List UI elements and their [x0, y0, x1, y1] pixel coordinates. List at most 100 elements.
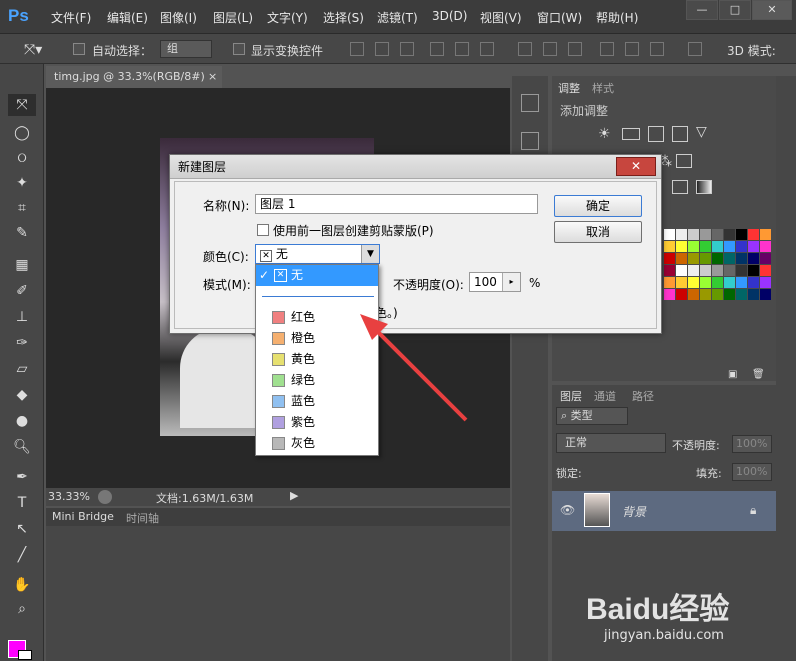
threshold-icon[interactable] — [672, 180, 688, 194]
distribute-top-icon[interactable] — [518, 42, 532, 56]
color-swatch[interactable] — [736, 241, 747, 252]
tab-layers[interactable]: 图层 — [560, 388, 582, 404]
color-swatch[interactable] — [700, 289, 711, 300]
menu-select[interactable]: 选择(S) — [323, 9, 364, 26]
align-top-icon[interactable] — [350, 42, 364, 56]
status-menu-arrow-icon[interactable]: ▶ — [290, 489, 298, 502]
color-swatch[interactable] — [664, 277, 675, 288]
levels-icon[interactable] — [622, 128, 640, 140]
menu-3d[interactable]: 3D(D) — [432, 9, 467, 23]
color-swatch[interactable] — [736, 277, 747, 288]
color-swatch[interactable] — [712, 253, 723, 264]
color-swatch[interactable] — [748, 289, 759, 300]
vibrance-icon[interactable]: ▽ — [696, 124, 707, 140]
color-swatch[interactable] — [760, 289, 771, 300]
color-swatch[interactable] — [676, 265, 687, 276]
color-swatch[interactable] — [676, 289, 687, 300]
brightness-icon[interactable]: ☀ — [598, 126, 611, 142]
menu-type[interactable]: 文字(Y) — [267, 9, 308, 26]
auto-select-dropdown[interactable]: 组 — [160, 40, 212, 58]
layer-row-background[interactable]: 👁︎ 背景 🔒︎ — [552, 491, 776, 531]
color-swatch[interactable] — [688, 229, 699, 240]
tab-paths[interactable]: 路径 — [632, 388, 654, 404]
menu-view[interactable]: 视图(V) — [480, 9, 522, 26]
menu-filter[interactable]: 滤镜(T) — [377, 9, 418, 26]
color-swatch[interactable] — [700, 253, 711, 264]
color-swatch[interactable] — [736, 253, 747, 264]
color-swatch[interactable] — [724, 265, 735, 276]
color-swatch[interactable] — [700, 277, 711, 288]
pen-tool-icon[interactable]: ✒ — [8, 466, 36, 488]
align-left-icon[interactable] — [430, 42, 444, 56]
color-lookup-icon[interactable] — [676, 154, 692, 168]
menu-edit[interactable]: 编辑(E) — [107, 9, 148, 26]
color-swatch[interactable] — [676, 241, 687, 252]
color-swatch[interactable] — [760, 253, 771, 264]
tab-adjustments[interactable]: 调整 — [558, 80, 580, 96]
line-tool-icon[interactable]: ╱ — [8, 544, 36, 566]
history-brush-icon[interactable]: ✑ — [8, 332, 36, 354]
color-swatch[interactable] — [688, 253, 699, 264]
history-panel-icon[interactable] — [521, 94, 539, 112]
zoom-tool-icon[interactable]: ⌕ — [8, 598, 36, 620]
brush-tool-icon[interactable]: ✐ — [8, 280, 36, 302]
color-swatch[interactable] — [688, 277, 699, 288]
color-swatch[interactable] — [676, 229, 687, 240]
color-swatch[interactable] — [748, 265, 759, 276]
eraser-icon[interactable]: ▱ — [8, 358, 36, 380]
color-swatch[interactable] — [688, 265, 699, 276]
tab-styles[interactable]: 样式 — [592, 80, 614, 96]
color-swatch[interactable] — [700, 241, 711, 252]
color-select[interactable]: ✕ 无 ▼ — [255, 244, 380, 264]
color-swatch[interactable] — [700, 229, 711, 240]
close-window-button[interactable]: ✕ — [752, 0, 792, 20]
color-swatch[interactable] — [700, 265, 711, 276]
menu-file[interactable]: 文件(F) — [51, 9, 91, 26]
opacity-arrow-icon[interactable]: ▸ — [502, 273, 520, 291]
cancel-button[interactable]: 取消 — [554, 221, 642, 243]
menu-image[interactable]: 图像(I) — [160, 9, 197, 26]
color-swatch[interactable] — [736, 265, 747, 276]
distribute-right-icon[interactable] — [650, 42, 664, 56]
opacity-field[interactable]: 100% — [732, 435, 772, 453]
paint-bucket-icon[interactable]: ◆ — [8, 384, 36, 406]
show-transform-checkbox[interactable] — [233, 43, 245, 55]
color-swatch[interactable] — [688, 289, 699, 300]
color-swatch[interactable] — [760, 229, 771, 240]
maximize-button[interactable]: □ — [719, 0, 751, 20]
auto-align-icon[interactable] — [688, 42, 702, 56]
color-swatch[interactable] — [712, 265, 723, 276]
color-swatch[interactable] — [748, 253, 759, 264]
color-swatch[interactable] — [664, 265, 675, 276]
dialog-opacity-input[interactable]: 100 ▸ — [469, 272, 521, 292]
color-swatch[interactable] — [664, 229, 675, 240]
tab-timeline[interactable]: 时间轴 — [126, 510, 159, 526]
distribute-bottom-icon[interactable] — [568, 42, 582, 56]
color-swatch[interactable] — [736, 289, 747, 300]
move-tool-icon[interactable]: ⤧▾ — [24, 42, 42, 58]
layer-filter-dropdown[interactable]: ⌕ 类型 — [556, 407, 628, 425]
fill-field[interactable]: 100% — [732, 463, 772, 481]
close-tab-icon[interactable]: × — [208, 66, 217, 88]
ok-button[interactable]: 确定 — [554, 195, 642, 217]
color-swatch[interactable] — [712, 289, 723, 300]
color-swatch[interactable] — [724, 277, 735, 288]
color-swatch[interactable] — [712, 229, 723, 240]
clip-mask-checkbox[interactable] — [257, 224, 269, 236]
align-right-icon[interactable] — [480, 42, 494, 56]
clone-stamp-icon[interactable]: ⊥ — [8, 306, 36, 328]
blend-mode-dropdown[interactable]: 正常 — [556, 433, 666, 453]
color-option-none[interactable]: ✓ ✕ 无 — [256, 265, 378, 286]
color-swatch[interactable] — [724, 241, 735, 252]
distribute-left-icon[interactable] — [600, 42, 614, 56]
menu-window[interactable]: 窗口(W) — [537, 9, 582, 26]
magic-wand-icon[interactable]: ✦ — [8, 172, 36, 194]
eyedropper-icon[interactable]: ✎ — [8, 222, 36, 244]
visibility-eye-icon[interactable]: 👁︎ — [560, 503, 575, 517]
color-swatch[interactable] — [664, 289, 675, 300]
document-tab[interactable]: timg.jpg @ 33.3%(RGB/8#) × — [46, 66, 222, 88]
color-swatch[interactable] — [676, 277, 687, 288]
color-swatch[interactable] — [736, 229, 747, 240]
align-vcenter-icon[interactable] — [375, 42, 389, 56]
menu-layer[interactable]: 图层(L) — [213, 9, 253, 26]
